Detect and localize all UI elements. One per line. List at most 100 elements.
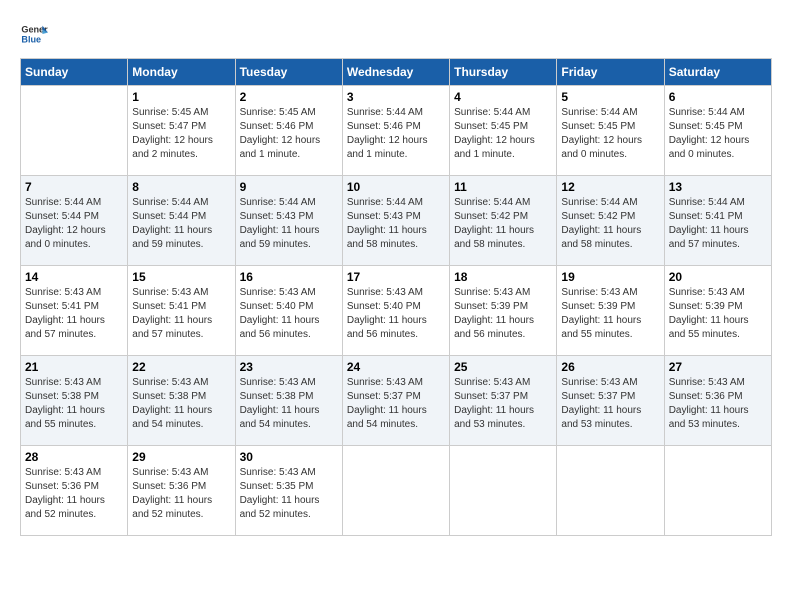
calendar-cell: 22 Sunrise: 5:43 AMSunset: 5:38 PMDayligh… [128,356,235,446]
calendar-cell: 5 Sunrise: 5:44 AMSunset: 5:45 PMDaylight… [557,86,664,176]
calendar-cell: 18 Sunrise: 5:43 AMSunset: 5:39 PMDayligh… [450,266,557,356]
calendar-cell: 21 Sunrise: 5:43 AMSunset: 5:38 PMDayligh… [21,356,128,446]
calendar-cell: 11 Sunrise: 5:44 AMSunset: 5:42 PMDayligh… [450,176,557,266]
calendar-cell: 16 Sunrise: 5:43 AMSunset: 5:40 PMDayligh… [235,266,342,356]
day-number: 5 [561,90,659,104]
calendar-cell [557,446,664,536]
calendar-cell: 6 Sunrise: 5:44 AMSunset: 5:45 PMDaylight… [664,86,771,176]
day-info: Sunrise: 5:43 AMSunset: 5:36 PMDaylight:… [25,466,123,522]
day-number: 12 [561,180,659,194]
day-info: Sunrise: 5:44 AMSunset: 5:44 PMDaylight:… [25,196,123,252]
calendar-cell: 12 Sunrise: 5:44 AMSunset: 5:42 PMDayligh… [557,176,664,266]
day-number: 16 [240,270,338,284]
day-number: 27 [669,360,767,374]
day-number: 19 [561,270,659,284]
day-info: Sunrise: 5:44 AMSunset: 5:42 PMDaylight:… [454,196,552,252]
weekday-header-friday: Friday [557,59,664,86]
day-number: 15 [132,270,230,284]
calendar-cell [21,86,128,176]
calendar-cell: 1 Sunrise: 5:45 AMSunset: 5:47 PMDaylight… [128,86,235,176]
weekday-header-sunday: Sunday [21,59,128,86]
week-row-2: 7 Sunrise: 5:44 AMSunset: 5:44 PMDaylight… [21,176,772,266]
day-info: Sunrise: 5:43 AMSunset: 5:38 PMDaylight:… [132,376,230,432]
day-number: 29 [132,450,230,464]
day-info: Sunrise: 5:45 AMSunset: 5:47 PMDaylight:… [132,106,230,162]
day-info: Sunrise: 5:43 AMSunset: 5:36 PMDaylight:… [669,376,767,432]
day-number: 8 [132,180,230,194]
logo: General Blue [20,20,48,48]
day-number: 7 [25,180,123,194]
day-info: Sunrise: 5:44 AMSunset: 5:45 PMDaylight:… [561,106,659,162]
day-number: 23 [240,360,338,374]
calendar-cell: 19 Sunrise: 5:43 AMSunset: 5:39 PMDayligh… [557,266,664,356]
week-row-1: 1 Sunrise: 5:45 AMSunset: 5:47 PMDaylight… [21,86,772,176]
weekday-header-row: SundayMondayTuesdayWednesdayThursdayFrid… [21,59,772,86]
header: General Blue [20,20,772,48]
weekday-header-thursday: Thursday [450,59,557,86]
calendar-table: SundayMondayTuesdayWednesdayThursdayFrid… [20,58,772,536]
calendar-cell: 28 Sunrise: 5:43 AMSunset: 5:36 PMDayligh… [21,446,128,536]
day-info: Sunrise: 5:43 AMSunset: 5:40 PMDaylight:… [347,286,445,342]
day-number: 4 [454,90,552,104]
calendar-cell: 15 Sunrise: 5:43 AMSunset: 5:41 PMDayligh… [128,266,235,356]
day-number: 2 [240,90,338,104]
day-info: Sunrise: 5:44 AMSunset: 5:41 PMDaylight:… [669,196,767,252]
day-info: Sunrise: 5:44 AMSunset: 5:44 PMDaylight:… [132,196,230,252]
calendar-cell: 7 Sunrise: 5:44 AMSunset: 5:44 PMDaylight… [21,176,128,266]
day-number: 9 [240,180,338,194]
day-number: 24 [347,360,445,374]
day-info: Sunrise: 5:43 AMSunset: 5:35 PMDaylight:… [240,466,338,522]
day-number: 18 [454,270,552,284]
svg-text:Blue: Blue [21,34,41,44]
calendar-cell: 3 Sunrise: 5:44 AMSunset: 5:46 PMDaylight… [342,86,449,176]
day-info: Sunrise: 5:43 AMSunset: 5:40 PMDaylight:… [240,286,338,342]
calendar-cell: 10Sunrise: 5:44 AMSunset: 5:43 PMDayligh… [342,176,449,266]
day-info: Sunrise: 5:43 AMSunset: 5:38 PMDaylight:… [240,376,338,432]
day-number: 6 [669,90,767,104]
day-info: Sunrise: 5:44 AMSunset: 5:46 PMDaylight:… [347,106,445,162]
day-info: Sunrise: 5:43 AMSunset: 5:38 PMDaylight:… [25,376,123,432]
calendar-cell: 29 Sunrise: 5:43 AMSunset: 5:36 PMDayligh… [128,446,235,536]
day-info: Sunrise: 5:44 AMSunset: 5:45 PMDaylight:… [669,106,767,162]
calendar-cell [664,446,771,536]
day-number: 20 [669,270,767,284]
day-number: 22 [132,360,230,374]
day-info: Sunrise: 5:43 AMSunset: 5:41 PMDaylight:… [132,286,230,342]
calendar-cell: 9 Sunrise: 5:44 AMSunset: 5:43 PMDaylight… [235,176,342,266]
day-info: Sunrise: 5:43 AMSunset: 5:39 PMDaylight:… [454,286,552,342]
calendar-cell: 14Sunrise: 5:43 AMSunset: 5:41 PMDayligh… [21,266,128,356]
day-info: Sunrise: 5:45 AMSunset: 5:46 PMDaylight:… [240,106,338,162]
day-info: Sunrise: 5:43 AMSunset: 5:41 PMDaylight:… [25,286,123,342]
day-number: 1 [132,90,230,104]
day-info: Sunrise: 5:44 AMSunset: 5:42 PMDaylight:… [561,196,659,252]
day-number: 13 [669,180,767,194]
week-row-3: 14Sunrise: 5:43 AMSunset: 5:41 PMDayligh… [21,266,772,356]
calendar-cell: 24Sunrise: 5:43 AMSunset: 5:37 PMDayligh… [342,356,449,446]
weekday-header-tuesday: Tuesday [235,59,342,86]
week-row-5: 28 Sunrise: 5:43 AMSunset: 5:36 PMDayligh… [21,446,772,536]
calendar-cell: 27 Sunrise: 5:43 AMSunset: 5:36 PMDayligh… [664,356,771,446]
day-number: 21 [25,360,123,374]
day-number: 28 [25,450,123,464]
day-info: Sunrise: 5:43 AMSunset: 5:39 PMDaylight:… [669,286,767,342]
calendar-cell: 8 Sunrise: 5:44 AMSunset: 5:44 PMDaylight… [128,176,235,266]
calendar-cell: 20 Sunrise: 5:43 AMSunset: 5:39 PMDayligh… [664,266,771,356]
day-info: Sunrise: 5:43 AMSunset: 5:36 PMDaylight:… [132,466,230,522]
logo-icon: General Blue [20,20,48,48]
day-info: Sunrise: 5:44 AMSunset: 5:43 PMDaylight:… [240,196,338,252]
calendar-cell: 25Sunrise: 5:43 AMSunset: 5:37 PMDayligh… [450,356,557,446]
day-info: Sunrise: 5:44 AMSunset: 5:45 PMDaylight:… [454,106,552,162]
day-number: 10 [347,180,445,194]
calendar-cell [342,446,449,536]
day-info: Sunrise: 5:43 AMSunset: 5:39 PMDaylight:… [561,286,659,342]
day-number: 3 [347,90,445,104]
calendar-cell [450,446,557,536]
day-info: Sunrise: 5:43 AMSunset: 5:37 PMDaylight:… [454,376,552,432]
day-number: 30 [240,450,338,464]
calendar-cell: 13 Sunrise: 5:44 AMSunset: 5:41 PMDayligh… [664,176,771,266]
calendar-cell: 2 Sunrise: 5:45 AMSunset: 5:46 PMDaylight… [235,86,342,176]
calendar-cell: 30 Sunrise: 5:43 AMSunset: 5:35 PMDayligh… [235,446,342,536]
day-number: 11 [454,180,552,194]
calendar-cell: 23 Sunrise: 5:43 AMSunset: 5:38 PMDayligh… [235,356,342,446]
calendar-cell: 4 Sunrise: 5:44 AMSunset: 5:45 PMDaylight… [450,86,557,176]
